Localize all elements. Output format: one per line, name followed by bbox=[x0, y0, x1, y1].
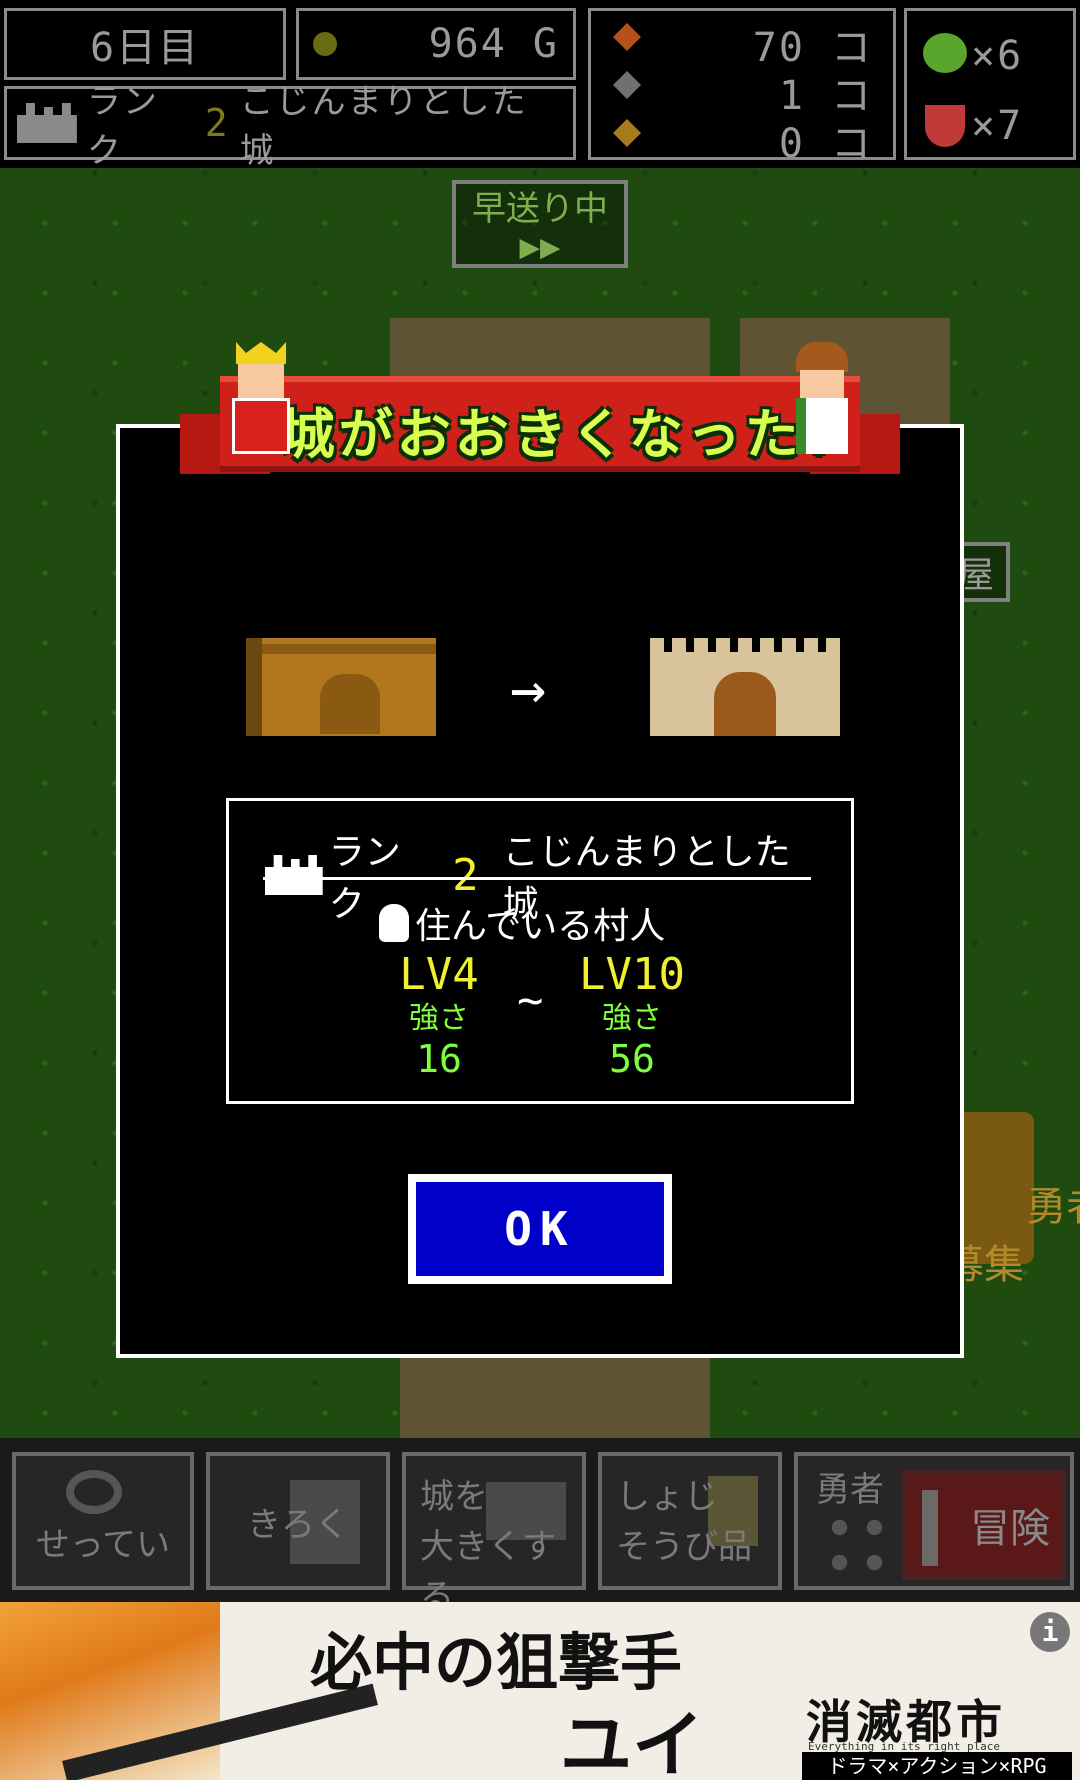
villagers-row: 住んでいる村人 bbox=[379, 897, 665, 949]
ok-button[interactable]: OK bbox=[408, 1174, 672, 1284]
potion-count: ×7 bbox=[971, 103, 1024, 149]
fast-forward-button[interactable]: 早送り中 ▶▶ bbox=[452, 180, 628, 268]
info-rank-number: 2 bbox=[452, 849, 479, 901]
villagers-label: 住んでいる村人 bbox=[415, 906, 666, 947]
rank-prefix: ランク bbox=[86, 82, 159, 171]
min-villager-stats: LV4 強さ 16 bbox=[389, 949, 489, 1081]
ad-banner[interactable]: 必中の狙撃手 ユイ 消滅都市 Everything in its right p… bbox=[0, 1602, 1080, 1780]
settings-label: せってい bbox=[35, 1525, 171, 1565]
bottom-menu: せってい きろく 城を 大きくする しょじ そうび品 勇者 冒険 bbox=[0, 1438, 1080, 1617]
adventure-button[interactable]: 冒険 bbox=[902, 1470, 1066, 1580]
gold-amount: 964 G bbox=[428, 21, 559, 67]
rank-box: ランク 2 こじんまりとした城 bbox=[4, 82, 576, 171]
upgrade-arrow-icon: → bbox=[510, 654, 547, 724]
castle-icon bbox=[17, 103, 77, 143]
rank-number: 2 bbox=[204, 101, 230, 145]
record-label: きろく bbox=[247, 1504, 349, 1545]
max-strength-label: 強さ bbox=[602, 1001, 662, 1036]
adventure-label: 冒険 bbox=[970, 1506, 1050, 1552]
gray-ore-icon bbox=[613, 71, 641, 99]
title-ribbon: 城がおおきくなった! bbox=[180, 342, 900, 486]
dialog-title: 城がおおきくなった! bbox=[280, 403, 840, 466]
upgrade-castle-label-1: 城を bbox=[420, 1477, 488, 1517]
fast-forward-arrows: ▶▶ bbox=[519, 227, 561, 267]
ad-headline-2: ユイ bbox=[560, 1702, 705, 1780]
old-castle-image bbox=[246, 638, 436, 736]
min-level: LV4 bbox=[399, 949, 479, 1000]
items-box: ×6 ×7 bbox=[904, 8, 1076, 160]
villager-icon bbox=[379, 904, 409, 942]
hero-label: 勇者 bbox=[816, 1470, 884, 1510]
orange-ore-icon bbox=[613, 23, 641, 51]
max-level: LV10 bbox=[579, 949, 685, 1000]
max-villager-stats: LV10 強さ 56 bbox=[567, 949, 697, 1081]
gold-ore-count: 0 コ bbox=[778, 121, 873, 167]
apple-icon bbox=[923, 33, 967, 73]
min-strength: 16 bbox=[416, 1037, 462, 1081]
record-button[interactable]: きろく bbox=[206, 1452, 390, 1590]
sword-icon bbox=[922, 1490, 938, 1566]
dirt-patch bbox=[400, 1358, 710, 1438]
castle-icon bbox=[265, 855, 323, 895]
king-sprite bbox=[228, 342, 294, 472]
villager-sprite bbox=[790, 342, 854, 472]
castle-info-panel: ランク 2 こじんまりとした城 住んでいる村人 LV4 強さ 16 ~ LV10… bbox=[226, 798, 854, 1104]
day-box: 6日目 bbox=[4, 8, 286, 80]
day-counter: 6日目 bbox=[89, 25, 201, 71]
recruit-hero-label: 勇者 募集 bbox=[944, 1184, 1080, 1288]
potion-icon bbox=[925, 105, 965, 147]
new-castle-image bbox=[650, 638, 840, 736]
ad-info-icon[interactable]: i bbox=[1030, 1612, 1070, 1652]
gold-box: 964 G bbox=[296, 8, 576, 80]
status-bar: 6日目 964 G ランク 2 こじんまりとした城 70 コ 1 コ 0 コ ×… bbox=[0, 0, 1080, 171]
equipment-label-1: しょじ bbox=[616, 1477, 718, 1517]
gold-ore-icon bbox=[613, 119, 641, 147]
range-tilde: ~ bbox=[517, 975, 544, 1026]
upgrade-castle-button[interactable]: 城を 大きくする bbox=[402, 1452, 586, 1617]
info-divider bbox=[263, 877, 811, 880]
max-strength: 56 bbox=[609, 1037, 655, 1081]
hero-slots-icon bbox=[822, 1510, 892, 1580]
hero-party-panel: 勇者 冒険 bbox=[794, 1452, 1074, 1590]
settings-button[interactable]: せってい bbox=[12, 1452, 194, 1590]
fast-forward-label: 早送り中 bbox=[472, 189, 608, 229]
min-strength-label: 強さ bbox=[409, 1001, 469, 1036]
gear-icon bbox=[66, 1470, 122, 1514]
ad-tagline: ドラマ×アクション×RPG bbox=[802, 1752, 1072, 1780]
apple-count: ×6 bbox=[971, 33, 1024, 79]
equipment-label-2: そうび品 bbox=[616, 1527, 752, 1567]
ok-button-label: OK bbox=[416, 1182, 664, 1276]
equipment-button[interactable]: しょじ そうび品 bbox=[598, 1452, 782, 1590]
gold-coin-icon bbox=[313, 32, 337, 56]
castle-name: こじんまりとした城 bbox=[239, 82, 528, 171]
resources-box: 70 コ 1 コ 0 コ bbox=[588, 8, 896, 167]
